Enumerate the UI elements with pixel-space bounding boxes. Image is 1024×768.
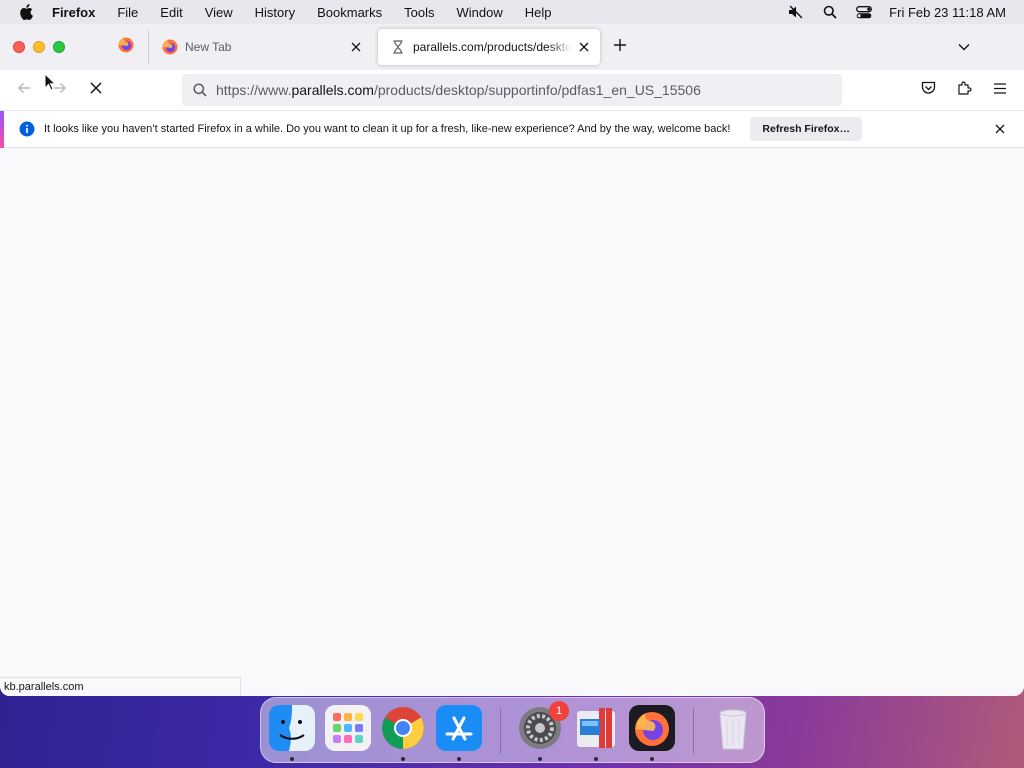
firefox-window: New Tab parallels.com/products/desktop/s…: [0, 24, 1024, 696]
menu-bar: Firefox File Edit View History Bookmarks…: [0, 0, 1024, 24]
address-bar[interactable]: https://www.parallels.com/products/deskt…: [182, 74, 842, 106]
mouse-pointer-icon: [44, 72, 57, 96]
menu-help[interactable]: Help: [514, 5, 563, 20]
url-path: /products/desktop/supportinfo/pdfas1_en_…: [373, 82, 701, 98]
app-store-icon: [436, 705, 482, 755]
notification-badge: 1: [549, 701, 569, 721]
dock-parallels-desktop[interactable]: [573, 705, 619, 751]
dock-google-chrome[interactable]: [380, 705, 426, 751]
menu-app-name[interactable]: Firefox: [52, 5, 106, 20]
refresh-firefox-button[interactable]: Refresh Firefox…: [750, 117, 862, 141]
stop-loading-button[interactable]: [82, 76, 110, 104]
tab-new-tab[interactable]: New Tab: [150, 29, 372, 65]
window-minimize-button[interactable]: [33, 41, 45, 53]
new-tab-button[interactable]: [608, 35, 632, 59]
running-indicator: [538, 757, 542, 761]
tab-title: parallels.com/products/desktop/supportin…: [413, 40, 572, 54]
dock: 1: [260, 697, 765, 763]
tab-parallels[interactable]: parallels.com/products/desktop/supportin…: [378, 29, 600, 65]
finder-icon: [269, 705, 315, 755]
url-prefix: https://www.: [216, 82, 292, 98]
firefox-icon: [629, 705, 675, 755]
menu-file[interactable]: File: [106, 5, 149, 20]
search-icon: [184, 83, 216, 97]
menu-bookmarks[interactable]: Bookmarks: [306, 5, 393, 20]
pinned-tab-firefox[interactable]: [112, 34, 140, 60]
firefox-icon: [118, 37, 134, 58]
mute-icon[interactable]: [779, 5, 813, 19]
hourglass-loading-icon: [390, 39, 406, 55]
firefox-icon: [162, 39, 178, 55]
notification-accent-stripe: [0, 111, 4, 148]
running-indicator: [290, 757, 294, 761]
menu-view[interactable]: View: [194, 5, 244, 20]
hamburger-menu-icon: [993, 81, 1007, 99]
window-zoom-button[interactable]: [53, 41, 65, 53]
navigation-toolbar: https://www.parallels.com/products/deskt…: [0, 70, 1024, 110]
running-indicator: [401, 757, 405, 761]
puzzle-piece-icon: [957, 80, 972, 100]
launchpad-icon: [325, 705, 371, 755]
chevron-down-icon: [958, 38, 970, 56]
menu-tools[interactable]: Tools: [393, 5, 445, 20]
tab-strip: New Tab parallels.com/products/desktop/s…: [0, 24, 1024, 70]
dock-system-settings[interactable]: 1: [517, 701, 569, 751]
running-indicator: [650, 757, 654, 761]
notification-close-icon[interactable]: [992, 121, 1008, 137]
parallels-icon: [573, 708, 619, 755]
system-settings-gear-icon: [517, 707, 563, 755]
dock-finder[interactable]: [269, 705, 315, 751]
url-host: parallels.com: [291, 82, 374, 98]
list-all-tabs-button[interactable]: [952, 35, 976, 59]
control-center-icon[interactable]: [847, 5, 881, 19]
url-text[interactable]: https://www.parallels.com/products/deskt…: [216, 82, 701, 98]
tab-close-icon[interactable]: [344, 35, 368, 59]
tab-separator: [148, 30, 149, 64]
menu-edit[interactable]: Edit: [149, 5, 193, 20]
dock-trash[interactable]: [710, 705, 756, 751]
dock-app-store[interactable]: [436, 705, 482, 751]
tab-title: New Tab: [185, 40, 232, 54]
pocket-icon: [921, 81, 936, 100]
spotlight-search-icon[interactable]: [813, 5, 847, 19]
back-button[interactable]: [10, 76, 38, 104]
plus-icon: [614, 38, 626, 56]
extensions-button[interactable]: [950, 76, 978, 104]
menu-window[interactable]: Window: [446, 5, 514, 20]
running-indicator: [594, 757, 598, 761]
info-icon: [19, 121, 35, 137]
menu-bar-clock[interactable]: Fri Feb 23 11:18 AM: [881, 5, 1024, 20]
chrome-icon: [380, 707, 426, 755]
running-indicator: [457, 757, 461, 761]
page-content-area[interactable]: [0, 149, 1024, 696]
dock-launchpad[interactable]: [325, 705, 371, 751]
tab-close-icon[interactable]: [572, 35, 596, 59]
window-close-button[interactable]: [13, 41, 25, 53]
dock-separator: [693, 708, 694, 754]
apple-menu-icon[interactable]: [0, 4, 52, 20]
trash-icon: [710, 709, 756, 755]
notification-bar: It looks like you haven’t started Firefo…: [0, 110, 1024, 148]
dock-separator: [500, 708, 501, 754]
close-icon: [90, 81, 102, 99]
application-menu-button[interactable]: [986, 76, 1014, 104]
dock-firefox[interactable]: [629, 705, 675, 751]
status-url-tooltip: kb.parallels.com: [0, 677, 241, 696]
menu-history[interactable]: History: [244, 5, 306, 20]
arrow-left-icon: [17, 81, 31, 99]
notification-message: It looks like you haven’t started Firefo…: [44, 123, 731, 135]
pocket-button[interactable]: [914, 76, 942, 104]
